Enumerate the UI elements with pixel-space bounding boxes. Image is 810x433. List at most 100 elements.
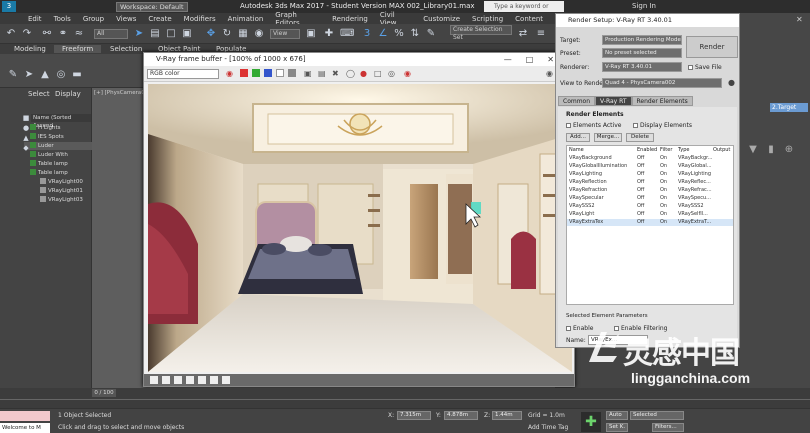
window-crossing-icon[interactable]: ▣ [180, 27, 194, 41]
column-type[interactable]: Type [678, 147, 689, 153]
bind-space-warp-icon[interactable]: ≈ [72, 27, 86, 41]
track-mouse-icon[interactable]: ◎ [388, 69, 395, 78]
light-icon[interactable] [40, 178, 46, 184]
edit-named-selection-icon[interactable]: ✎ [424, 27, 438, 41]
scene-item[interactable]: H Lights [24, 124, 92, 132]
column-name[interactable]: Name [569, 147, 584, 153]
light-icon[interactable] [40, 196, 46, 202]
stop-render-icon[interactable]: ● [360, 69, 367, 78]
list-item[interactable]: VRaySpecular Off On VRaySpecu... [567, 195, 733, 202]
visibility-icon[interactable] [30, 133, 36, 139]
list-item[interactable]: VRayBackground Off On VRayBackgr... [567, 155, 733, 162]
menu-edit[interactable]: Edit [28, 15, 42, 23]
keyboard-shortcut-icon[interactable]: ⌨ [340, 27, 354, 41]
menu-animation[interactable]: Animation [228, 15, 264, 23]
lens-effects-icon[interactable] [162, 376, 170, 384]
render-icon[interactable]: ◉ [404, 69, 411, 78]
view-to-render-dropdown[interactable]: Quad 4 - PhysCamera002 [602, 78, 722, 88]
column-filter[interactable]: Filter [660, 147, 672, 153]
reference-coord-dropdown[interactable]: View [270, 29, 300, 39]
close-icon[interactable]: ✕ [796, 15, 803, 24]
redo-icon[interactable]: ↷ [20, 27, 34, 41]
sign-in-link[interactable]: Sign In [632, 2, 656, 10]
clear-icon[interactable]: ◯ [346, 69, 355, 78]
duplicate-icon[interactable]: ✖ [332, 69, 339, 78]
select-manipulate-icon[interactable]: ✚ [322, 27, 336, 41]
target-dropdown[interactable]: Production Rendering Mode [602, 35, 682, 45]
list-item-selected[interactable]: VRayExtraTex Off On VRayExtraT... [567, 219, 733, 226]
visibility-icon[interactable] [30, 142, 36, 148]
scene-item[interactable]: Luder [24, 142, 92, 150]
list-item[interactable]: VRaySSS2 Off On VRaySSS2 [567, 203, 733, 210]
curves-icon[interactable] [198, 376, 206, 384]
list-item[interactable]: VRayLight Off On VRaySelfIl... [567, 211, 733, 218]
merge-button[interactable]: Merge... [594, 133, 622, 142]
tab-selection[interactable]: Selection [110, 45, 142, 53]
set-key-icon[interactable]: ✚ [581, 412, 601, 432]
menu-create[interactable]: Create [148, 15, 171, 23]
menu-views[interactable]: Views [116, 15, 136, 23]
lut-icon[interactable] [210, 376, 218, 384]
selection-filter-dropdown[interactable]: All [94, 29, 128, 39]
maximize-icon[interactable]: □ [526, 55, 548, 64]
shift-icon[interactable]: ➤ [22, 68, 36, 82]
renderer-dropdown[interactable]: V-Ray RT 3.40.01 [602, 62, 682, 72]
scene-select-menu[interactable]: Select [28, 90, 50, 98]
spinner-snap-icon[interactable]: ⇅ [408, 27, 422, 41]
tab-render-elements[interactable]: Render Elements [631, 96, 693, 106]
push-pull-icon[interactable]: ▲ [38, 68, 52, 82]
unlink-icon[interactable]: ⚭ [56, 27, 70, 41]
render-image[interactable] [148, 84, 572, 372]
checkbox-icon[interactable] [688, 65, 693, 70]
visibility-icon[interactable] [30, 169, 36, 175]
delete-button[interactable]: Delete [626, 133, 654, 142]
select-place-icon[interactable]: ◉ [252, 27, 266, 41]
y-coordinate-field[interactable]: 4.878m [444, 411, 478, 420]
save-icon[interactable]: ▣ [304, 69, 312, 78]
visibility-icon[interactable] [30, 160, 36, 166]
paint-deform-icon[interactable]: ✎ [6, 68, 20, 82]
channel-dropdown[interactable]: RGB color [147, 69, 219, 79]
render-elements-list[interactable]: Name Enabled Filter Type Output VRayBack… [566, 145, 734, 305]
list-item[interactable]: VRayGlobalIllumination Off On VRayGlobal... [567, 163, 733, 170]
visibility-icon[interactable] [30, 151, 36, 157]
modifier-target-item[interactable]: 2.Target [770, 103, 808, 112]
column-enabled[interactable]: Enabled [637, 147, 657, 153]
save-file-checkbox[interactable]: Save File [688, 64, 722, 71]
mirror-icon[interactable]: ⇄ [516, 27, 530, 41]
workspace-dropdown[interactable]: Workspace: Default [116, 1, 188, 12]
maxscript-output[interactable]: Welcome to M [0, 423, 50, 433]
angle-snap-icon[interactable]: ∠ [376, 27, 390, 41]
levels-icon[interactable] [186, 376, 194, 384]
checkbox-icon[interactable] [633, 123, 638, 128]
scene-item[interactable]: Luder With [24, 151, 92, 159]
list-item[interactable]: VRayReflection Off On VRayReflec... [567, 179, 733, 186]
menu-group[interactable]: Group [83, 15, 104, 23]
filter-lights-icon[interactable]: ▲ [22, 134, 30, 142]
elements-active-checkbox[interactable]: Elements Active [566, 122, 621, 129]
relax-icon[interactable]: ◎ [54, 68, 68, 82]
scene-display-menu[interactable]: Display [55, 90, 81, 98]
undo-icon[interactable]: ↶ [4, 27, 18, 41]
time-slider[interactable]: 0 / 100 [92, 389, 116, 397]
menu-tools[interactable]: Tools [54, 15, 71, 23]
exposure-icon[interactable] [174, 376, 182, 384]
flatten-icon[interactable]: ▬ [70, 68, 84, 82]
select-scale-icon[interactable]: ▦ [236, 27, 250, 41]
alpha-channel-icon[interactable] [276, 69, 284, 77]
history-icon[interactable] [150, 376, 158, 384]
select-object-icon[interactable]: ➤ [132, 27, 146, 41]
mono-icon[interactable] [288, 69, 296, 77]
select-rotate-icon[interactable]: ↻ [220, 27, 234, 41]
create-selection-set-dropdown[interactable]: Create Selection Set [450, 25, 512, 41]
maxscript-listener[interactable] [0, 411, 50, 421]
auto-key-button[interactable]: Auto [606, 411, 628, 420]
checkbox-icon[interactable] [566, 326, 571, 331]
blue-channel-icon[interactable] [264, 69, 272, 77]
menu-content[interactable]: Content [515, 15, 543, 23]
visibility-icon[interactable] [30, 124, 36, 130]
set-key-button[interactable]: Set K. [606, 423, 628, 432]
minimize-icon[interactable]: — [504, 55, 526, 64]
column-output[interactable]: Output [713, 147, 730, 153]
list-item[interactable]: VRayLighting Off On VRayLighting [567, 171, 733, 178]
